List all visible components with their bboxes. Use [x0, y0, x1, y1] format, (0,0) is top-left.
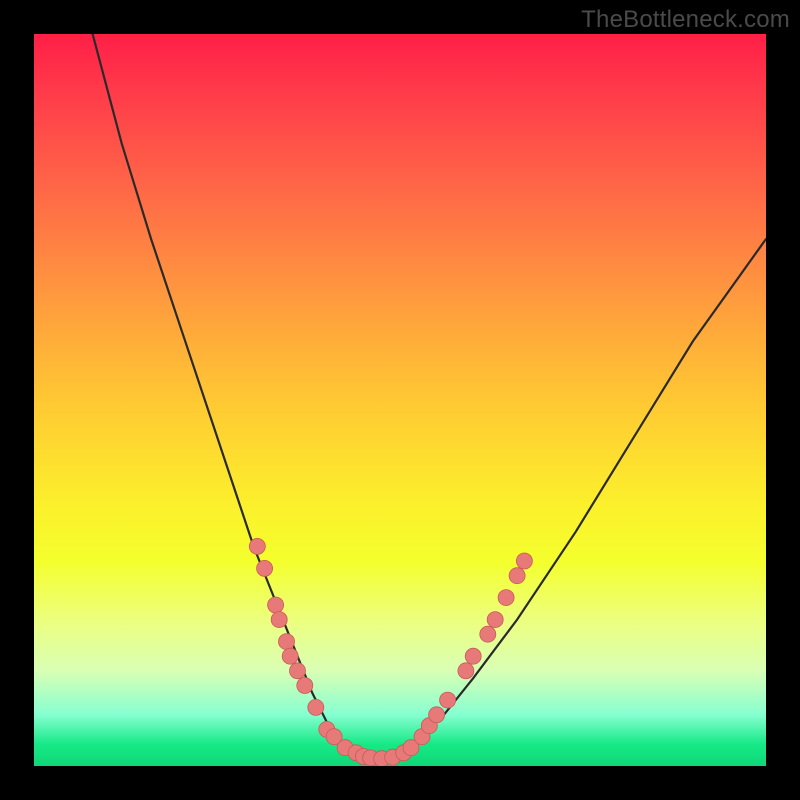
data-point — [498, 590, 514, 606]
data-point — [480, 626, 496, 642]
chart-frame: TheBottleneck.com — [0, 0, 800, 800]
data-point — [465, 648, 481, 664]
data-points — [249, 538, 532, 766]
curve-path — [93, 34, 766, 759]
data-point — [440, 692, 456, 708]
watermark-text: TheBottleneck.com — [581, 6, 790, 34]
data-point — [279, 634, 295, 650]
data-point — [308, 699, 324, 715]
data-point — [257, 560, 273, 576]
bottleneck-curve — [93, 34, 766, 759]
data-point — [458, 663, 474, 679]
data-point — [271, 612, 287, 628]
data-point — [297, 678, 313, 694]
data-point — [282, 648, 298, 664]
chart-svg — [34, 34, 766, 766]
plot-area — [34, 34, 766, 766]
data-point — [268, 597, 284, 613]
data-point — [487, 612, 503, 628]
data-point — [249, 538, 265, 554]
data-point — [516, 553, 532, 569]
data-point — [290, 663, 306, 679]
data-point — [429, 707, 445, 723]
data-point — [509, 568, 525, 584]
